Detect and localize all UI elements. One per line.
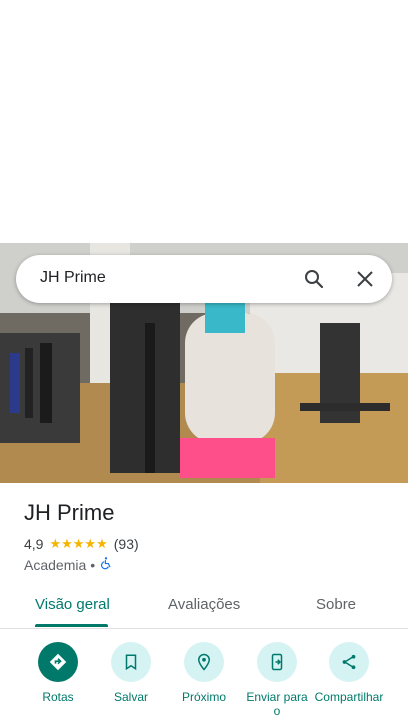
nearby-label: Próximo — [181, 690, 226, 704]
rating-row[interactable]: 4,9 ★★★★★ (93) — [24, 536, 139, 552]
category-row: Academia • — [24, 556, 113, 573]
wheelchair-icon — [99, 556, 113, 573]
bookmark-icon — [111, 642, 151, 682]
save-label: Salvar — [113, 690, 148, 704]
tab-overview[interactable]: Visão geral — [35, 596, 110, 613]
rating-stars: ★★★★★ — [49, 536, 108, 551]
share-label: Compartilhar — [314, 690, 384, 704]
send-to-phone-button[interactable]: Enviar para o — [242, 640, 312, 718]
directions-button[interactable]: Rotas — [23, 640, 93, 704]
tab-about[interactable]: Sobre — [316, 596, 356, 613]
action-bar: Rotas Salvar Próximo Enviar para o Compa… — [0, 640, 408, 726]
tab-indicator — [35, 624, 108, 627]
directions-label: Rotas — [42, 690, 74, 704]
category-label: Academia — [24, 556, 87, 573]
search-query[interactable]: JH Prime — [40, 269, 106, 287]
send-to-phone-icon — [257, 642, 297, 682]
tab-bar: Visão geral Avaliações Sobre — [0, 584, 408, 629]
share-button[interactable]: Compartilhar — [314, 640, 384, 704]
directions-icon — [38, 642, 78, 682]
tab-reviews[interactable]: Avaliações — [168, 596, 240, 613]
review-count: (93) — [113, 536, 139, 552]
send-to-phone-label: Enviar para o — [246, 690, 308, 718]
place-title: JH Prime — [24, 500, 115, 525]
search-bar[interactable]: JH Prime — [16, 255, 392, 303]
share-icon — [329, 642, 369, 682]
rating-value: 4,9 — [24, 536, 44, 552]
nearby-button[interactable]: Próximo — [169, 640, 239, 704]
close-icon[interactable] — [353, 267, 377, 291]
category-separator: • — [90, 556, 96, 573]
search-icon[interactable] — [302, 267, 326, 291]
save-button[interactable]: Salvar — [96, 640, 166, 704]
nearby-icon — [184, 642, 224, 682]
